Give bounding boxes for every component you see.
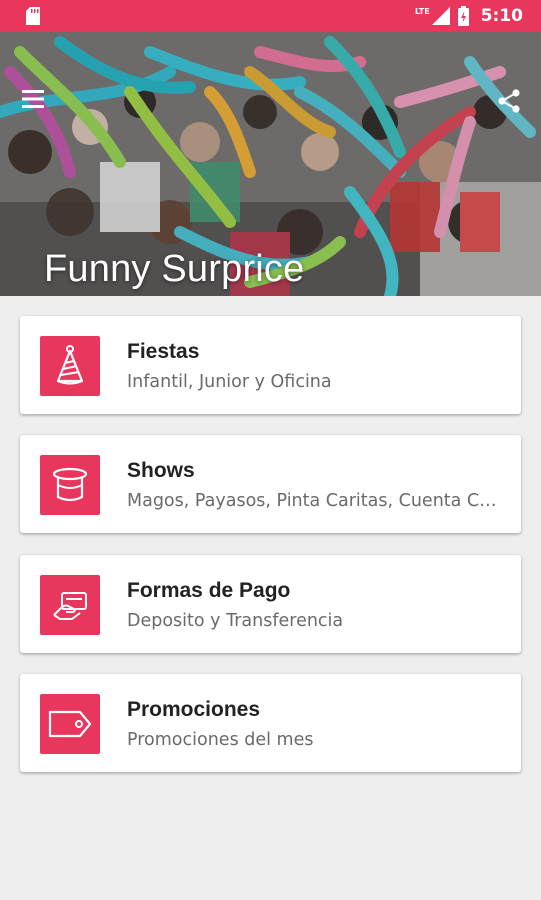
network-type: LTE bbox=[415, 6, 430, 16]
app-title: Funny Surprice bbox=[44, 248, 305, 290]
card-subtitle: Magos, Payasos, Pinta Caritas, Cuenta Cu… bbox=[127, 491, 507, 511]
share-icon[interactable] bbox=[496, 88, 522, 114]
card-title: Shows bbox=[127, 459, 195, 482]
tag-icon bbox=[40, 694, 100, 754]
card-title: Fiestas bbox=[127, 340, 200, 363]
menu-card-shows[interactable]: Shows Magos, Payasos, Pinta Caritas, Cue… bbox=[20, 435, 521, 533]
magic-hat-icon bbox=[40, 455, 100, 515]
payment-card-icon bbox=[40, 575, 100, 635]
sd-card-icon bbox=[26, 7, 40, 25]
party-hat-icon bbox=[40, 336, 100, 396]
menu-card-fiestas[interactable]: Fiestas Infantil, Junior y Oficina bbox=[20, 316, 521, 414]
menu-icon[interactable] bbox=[22, 88, 48, 110]
signal-icon bbox=[431, 7, 450, 25]
menu-card-promociones[interactable]: Promociones Promociones del mes bbox=[20, 674, 521, 772]
clock: 5:10 bbox=[480, 6, 523, 26]
menu-card-formas-de-pago[interactable]: Formas de Pago Deposito y Transferencia bbox=[20, 555, 521, 653]
card-title: Promociones bbox=[127, 698, 261, 721]
card-subtitle: Promociones del mes bbox=[127, 730, 314, 750]
card-title: Formas de Pago bbox=[127, 579, 291, 602]
header-banner: Funny Surprice bbox=[0, 32, 541, 296]
battery-icon bbox=[457, 6, 469, 26]
card-subtitle: Infantil, Junior y Oficina bbox=[127, 372, 332, 392]
card-subtitle: Deposito y Transferencia bbox=[127, 611, 344, 631]
status-bar: LTE 5:10 bbox=[0, 0, 541, 32]
